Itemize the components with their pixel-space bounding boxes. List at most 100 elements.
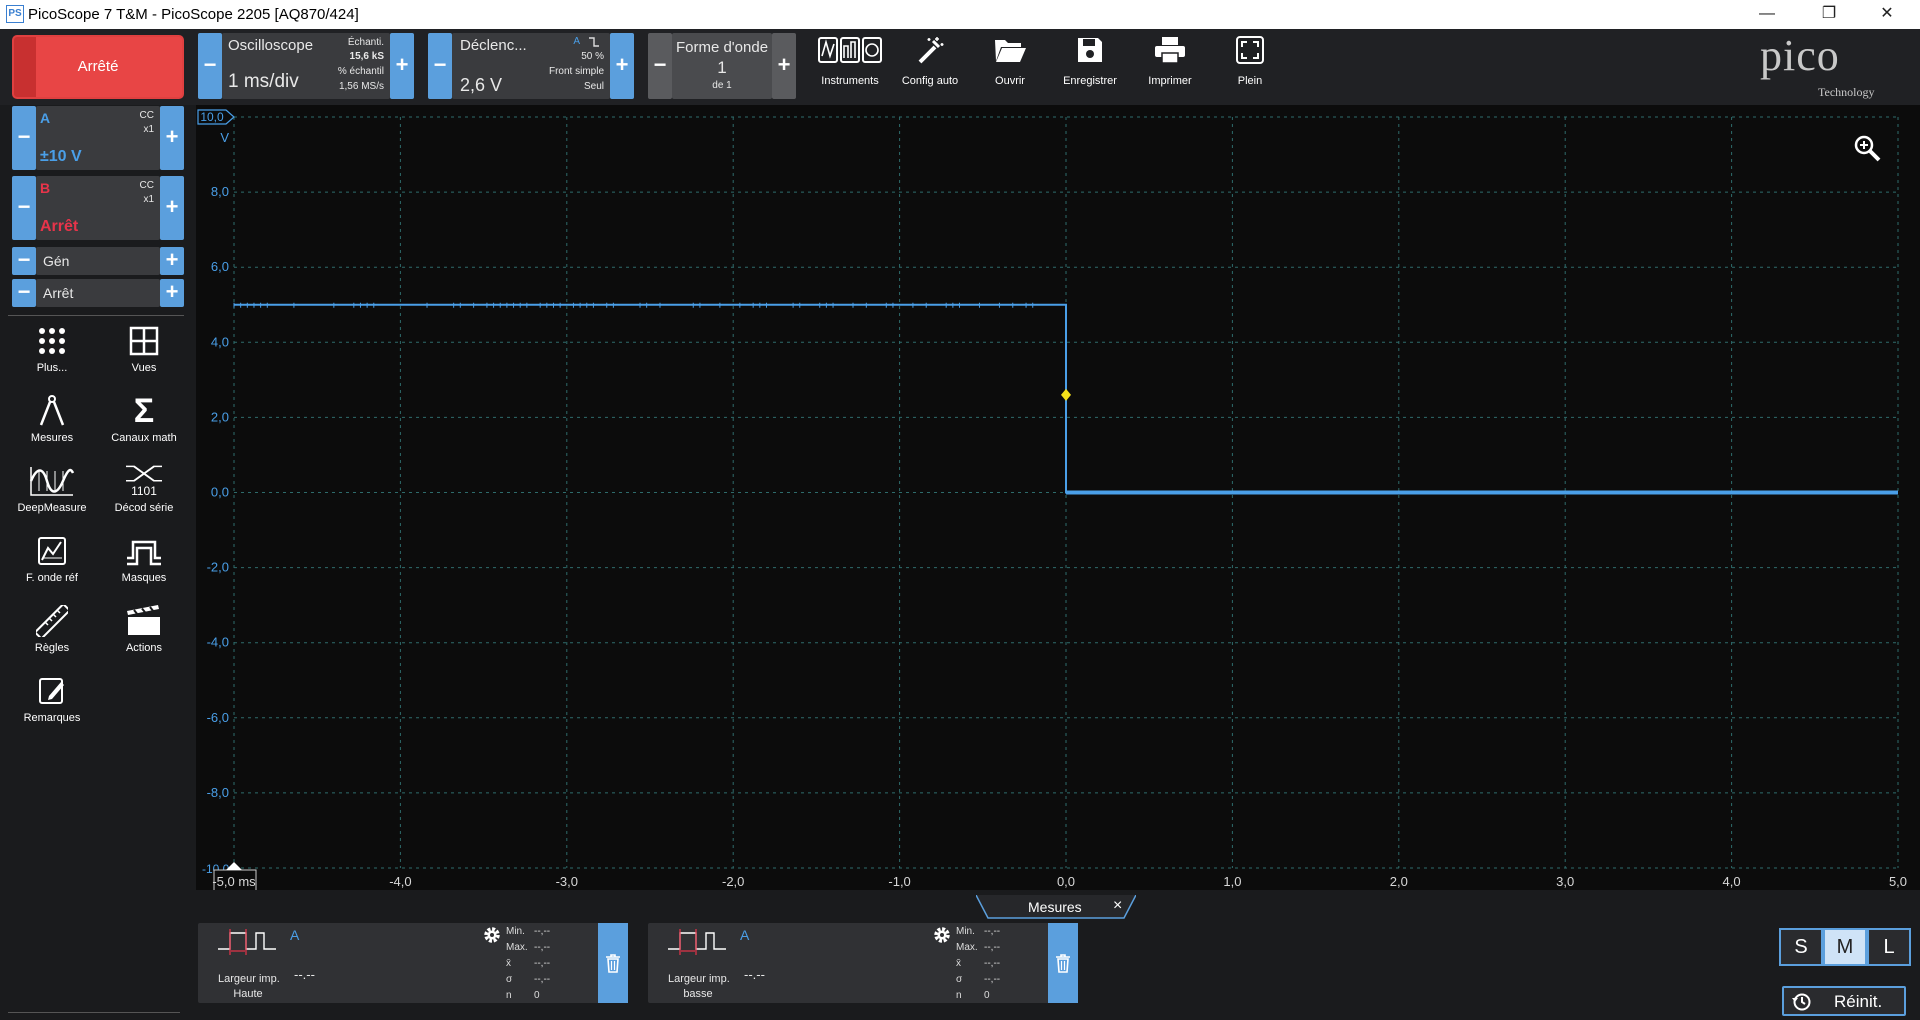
y-tick-label: -6,0 — [207, 710, 229, 725]
fullscreen-button[interactable]: Plein — [1214, 33, 1286, 93]
waveform-next-button[interactable]: + — [772, 33, 796, 99]
waveform-panel[interactable]: Forme d'onde 1 de 1 — [672, 33, 772, 99]
rulers-label: Règles — [6, 642, 98, 654]
gear-icon[interactable] — [932, 925, 952, 945]
run-stop-button[interactable]: Arrêté — [12, 35, 184, 99]
y-tick-label: -8,0 — [207, 785, 229, 800]
auto-setup-button[interactable]: Config auto — [894, 33, 966, 93]
serial-decode-button[interactable]: 1101 Décod série — [98, 460, 190, 514]
timebase-minus-button[interactable]: − — [198, 33, 222, 99]
zoom-in-icon[interactable] — [1852, 133, 1882, 163]
delete-measurement-button[interactable] — [1048, 923, 1078, 1003]
y-tick-label: 2,0 — [211, 409, 229, 424]
measurements-tab[interactable]: Mesures × — [976, 895, 1136, 919]
stat-mean-label: x̄ — [506, 958, 511, 969]
size-medium-button[interactable]: M — [1823, 928, 1867, 966]
measurement-card[interactable]: A Largeur imp. basse --.-- Min. --,-- Ma… — [648, 923, 1078, 1003]
channel-b-minus-button[interactable]: − — [12, 176, 36, 240]
samples-value: 15,6 kS — [350, 51, 384, 62]
waveform-prev-button[interactable]: − — [648, 33, 672, 99]
trigger-plus-button[interactable]: + — [610, 33, 634, 99]
more-label: Plus... — [6, 362, 98, 374]
save-label: Enregistrer — [1054, 75, 1126, 87]
close-button[interactable]: ✕ — [1864, 0, 1910, 29]
size-large-button[interactable]: L — [1867, 928, 1911, 966]
measurement-channel: A — [290, 927, 299, 943]
x-tick-label: -2,0 — [722, 874, 744, 889]
timebase-panel[interactable]: Oscilloscope 1 ms/div Échanti. 15,6 kS %… — [222, 33, 390, 99]
deepmeasure-button[interactable]: DeepMeasure — [6, 460, 98, 514]
channel-a-panel[interactable]: A CC x1 ±10 V — [36, 106, 160, 170]
delete-measurement-button[interactable] — [598, 923, 628, 1003]
masks-label: Masques — [98, 572, 190, 584]
instruments-label: Instruments — [814, 75, 886, 87]
instruments-button[interactable]: Instruments — [814, 33, 886, 93]
deepmeasure-label: DeepMeasure — [6, 502, 98, 514]
window-title: PicoScope 7 T&M - PicoScope 2205 [AQ870/… — [28, 6, 359, 23]
measurement-value: --.-- — [294, 967, 315, 982]
channel-b-plus-button[interactable]: + — [160, 176, 184, 240]
measurements-tab-label: Mesures — [1028, 899, 1082, 915]
reset-label: Réinit. — [1834, 992, 1882, 1012]
scope-plot[interactable]: 10,0V8,06,04,02,00,0-2,0-4,0-6,0-8,0-10,… — [196, 105, 1920, 890]
trash-icon — [605, 953, 621, 973]
stat-sd-label: σ — [506, 974, 512, 985]
channel-a-probe: x1 — [143, 124, 154, 135]
more-button[interactable]: Plus... — [6, 320, 98, 374]
channel-a-minus-button[interactable]: − — [12, 106, 36, 170]
size-small-button[interactable]: S — [1779, 928, 1823, 966]
math-channels-button[interactable]: Σ Canaux math — [98, 390, 190, 444]
app-icon: PS — [6, 5, 24, 23]
actions-button[interactable]: Actions — [98, 600, 190, 654]
generator-state-plus-button[interactable]: + — [160, 279, 184, 307]
sigma-icon: Σ — [98, 390, 190, 432]
views-grid-icon — [98, 320, 190, 362]
reference-waveform-button[interactable]: F. onde réf — [6, 530, 98, 584]
generator-minus-button[interactable]: − — [12, 247, 36, 275]
auto-setup-icon — [894, 33, 966, 67]
measurements-button[interactable]: Mesures — [6, 390, 98, 444]
channel-b-panel[interactable]: B CC x1 Arrêt — [36, 176, 160, 240]
trash-icon — [1055, 953, 1071, 973]
open-button[interactable]: Ouvrir — [974, 33, 1046, 93]
reset-button[interactable]: Réinit. — [1782, 986, 1906, 1016]
waveform-count: de 1 — [672, 80, 772, 91]
generator-state-panel[interactable]: Arrêt — [36, 279, 160, 307]
generator-panel[interactable]: Gén — [36, 247, 160, 275]
channel-a-name: A — [40, 110, 50, 126]
y-tick-label: 4,0 — [211, 334, 229, 349]
generator-state-minus-button[interactable]: − — [12, 279, 36, 307]
sidebar-divider — [8, 315, 184, 316]
stat-min-label: Min. — [956, 926, 975, 937]
y-tick-label: 8,0 — [211, 184, 229, 199]
trigger-minus-button[interactable]: − — [428, 33, 452, 99]
measurements-label: Mesures — [6, 432, 98, 444]
rulers-button[interactable]: Règles — [6, 600, 98, 654]
measurements-tab-close[interactable]: × — [1113, 897, 1122, 915]
sample-rate-value: 1,56 MS/s — [339, 81, 384, 92]
save-button[interactable]: Enregistrer — [1054, 33, 1126, 93]
masks-button[interactable]: Masques — [98, 530, 190, 584]
scope-view[interactable]: 10,0 V 8,0 6,0 4,0 2,0 0,0 -2,0 -4,0 -6,0 -8,0 -10,… — [196, 105, 1920, 890]
measurement-name-sub: basse — [668, 988, 728, 1000]
restore-button[interactable]: ❐ — [1806, 0, 1852, 29]
generator-state: Arrêt — [43, 285, 73, 301]
reference-waveform-label: F. onde réf — [6, 572, 98, 584]
measurement-card[interactable]: A Largeur imp. Haute --.-- Min. --,-- Ma… — [198, 923, 628, 1003]
pico-logo-sub: Technology — [1818, 85, 1874, 100]
minimize-button[interactable]: — — [1744, 0, 1790, 29]
notes-label: Remarques — [6, 712, 98, 724]
print-button[interactable]: Imprimer — [1134, 33, 1206, 93]
trigger-panel[interactable]: Déclenc... 2,6 V A 50 % Front simple Seu… — [452, 33, 610, 99]
timebase-plus-button[interactable]: + — [390, 33, 414, 99]
y-tick-label: -2,0 — [207, 560, 229, 575]
views-label: Vues — [98, 362, 190, 374]
channel-a-plus-button[interactable]: + — [160, 106, 184, 170]
open-label: Ouvrir — [974, 75, 1046, 87]
gear-icon[interactable] — [482, 925, 502, 945]
generator-plus-button[interactable]: + — [160, 247, 184, 275]
views-button[interactable]: Vues — [98, 320, 190, 374]
measurements-icon — [6, 390, 98, 432]
y-unit-label: V — [220, 130, 229, 145]
notes-button[interactable]: Remarques — [6, 670, 98, 724]
